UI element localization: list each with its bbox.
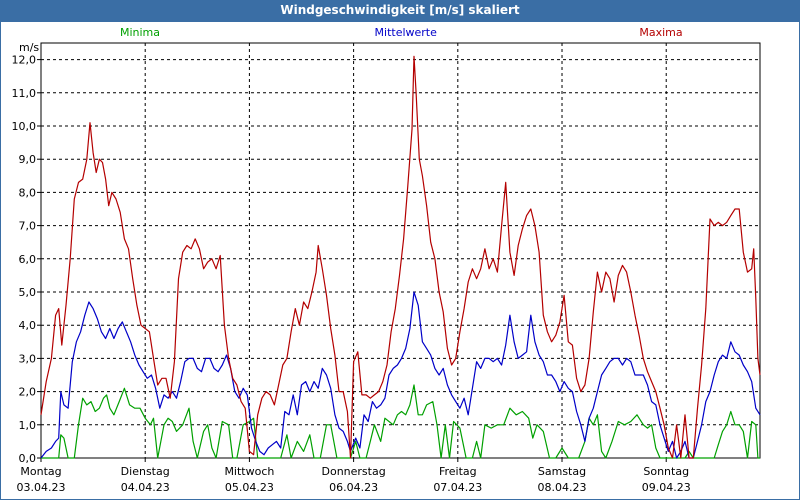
chart-frame: 0,0 1,0 2,0 3,0 4,0 5,0 6,0 7,0 8,0 9,0 10,0 11,0 12…	[0, 21, 800, 500]
y-tick-label: 3,0	[19, 352, 37, 365]
series-line-minima	[41, 384, 760, 459]
series-line-maxima	[40, 55, 761, 459]
x-tick-label-date: 06.04.23	[329, 481, 378, 494]
series-layer	[40, 55, 761, 459]
x-tick-label-day: Samstag	[538, 465, 586, 478]
legend-label-minima: Minima	[120, 26, 160, 39]
x-tick-label-date: 03.04.23	[17, 481, 66, 494]
y-tick-label: 9,0	[19, 153, 37, 166]
y-tick-label: 10,0	[12, 120, 37, 133]
plot-border	[40, 42, 761, 459]
x-tick-label-day: Dienstag	[121, 465, 170, 478]
y-tick-label: 7,0	[19, 220, 37, 233]
legend: Minima Mittelwerte Maxima	[120, 26, 683, 39]
x-tick-label-date: 08.04.23	[538, 481, 587, 494]
y-tick-label: 1,0	[19, 419, 37, 432]
x-tick-label-date: 04.04.23	[121, 481, 170, 494]
window-title: Windgeschwindigkeit [m/s] skaliert	[280, 3, 520, 17]
y-tick-label: 0,0	[19, 452, 37, 465]
x-tick-label-day: Montag	[20, 465, 61, 478]
x-tick-label-date: 05.04.23	[225, 481, 274, 494]
window-titlebar: Windgeschwindigkeit [m/s] skaliert	[0, 0, 800, 21]
legend-label-maxima: Maxima	[639, 26, 682, 39]
x-tick-label-date: 09.04.23	[642, 481, 691, 494]
y-tick-label: 5,0	[19, 286, 37, 299]
legend-label-mittelwerte: Mittelwerte	[375, 26, 438, 39]
grid	[40, 42, 761, 459]
x-tick-label-day: Donnerstag	[322, 465, 386, 478]
y-axis-label: m/s	[19, 41, 39, 54]
y-axis: 0,0 1,0 2,0 3,0 4,0 5,0 6,0 7,0 8,0 9,0 10,0 11,0 12…	[12, 41, 41, 465]
wind-speed-chart: 0,0 1,0 2,0 3,0 4,0 5,0 6,0 7,0 8,0 9,0 10,0 11,0 12…	[12, 26, 761, 494]
x-tick-label-day: Sonntag	[643, 465, 689, 478]
x-axis: Montag 03.04.23 Dienstag 04.04.23 Mittwoch 05…	[17, 458, 691, 494]
series-line-mittelwerte	[40, 291, 761, 459]
y-tick-label: 8,0	[19, 186, 37, 199]
y-tick-label: 6,0	[19, 253, 37, 266]
y-tick-label: 2,0	[19, 386, 37, 399]
x-tick-label-day: Freitag	[439, 465, 477, 478]
y-tick-label: 4,0	[19, 319, 37, 332]
y-tick-label: 12,0	[12, 54, 37, 67]
x-tick-label-day: Mittwoch	[224, 465, 274, 478]
y-tick-label: 11,0	[12, 87, 37, 100]
x-tick-label-date: 07.04.23	[433, 481, 482, 494]
